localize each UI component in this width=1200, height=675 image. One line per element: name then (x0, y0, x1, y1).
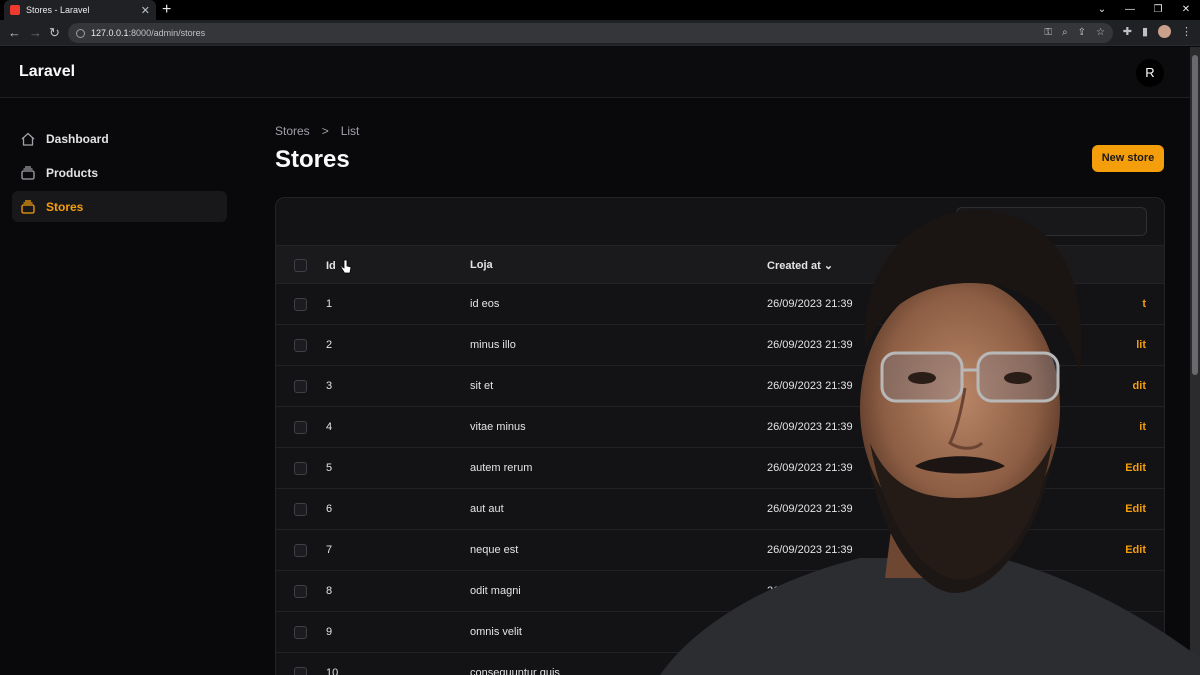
side-panel-icon[interactable]: ▮ (1142, 25, 1148, 38)
tab-search-icon[interactable]: ⌄ (1088, 0, 1116, 20)
new-tab-button[interactable]: + (162, 1, 171, 19)
brand-logo[interactable]: Laravel (19, 63, 75, 81)
cell-loja: id eos (470, 298, 500, 310)
cell-id: 10 (326, 667, 339, 675)
window-controls: ⌄ — ❐ ✕ (1088, 0, 1200, 20)
stack-icon (21, 165, 35, 180)
stack-icon (21, 199, 35, 214)
cell-id: 9 (326, 626, 333, 638)
page-title: Stores (275, 146, 350, 173)
sidebar-item-label: Products (46, 165, 99, 180)
webcam-presenter-overlay (660, 209, 1200, 675)
breadcrumb-parent[interactable]: Stores (275, 124, 310, 138)
row-checkbox[interactable] (294, 339, 307, 352)
sidebar-item-label: Stores (46, 199, 84, 214)
row-checkbox[interactable] (294, 462, 307, 475)
cell-loja: consequuntur quis (470, 667, 560, 675)
reload-icon[interactable]: ↻ (49, 24, 60, 42)
row-checkbox[interactable] (294, 585, 307, 598)
row-checkbox[interactable] (294, 421, 307, 434)
sidebar-item-label: Dashboard (46, 131, 109, 146)
close-window-button[interactable]: ✕ (1172, 0, 1200, 20)
cell-id: 3 (326, 380, 333, 392)
tab-title: Stores - Laravel (26, 5, 90, 15)
cell-id: 2 (326, 339, 333, 351)
url-host: 127.0.0.1 (91, 28, 129, 38)
sidebar-item-stores[interactable]: Stores (12, 191, 227, 222)
cell-loja: omnis velit (470, 626, 522, 638)
browser-tab[interactable]: Stores - Laravel ✕ (4, 0, 156, 20)
row-checkbox[interactable] (294, 503, 307, 516)
cell-loja: autem rerum (470, 462, 533, 474)
forward-icon[interactable]: → (29, 24, 42, 42)
menu-icon[interactable]: ⋮ (1181, 25, 1192, 38)
back-icon[interactable]: ← (8, 24, 21, 42)
new-store-button[interactable]: New store (1092, 145, 1164, 172)
browser-tab-bar: Stores - Laravel ✕ + ⌄ — ❐ ✕ (0, 0, 1200, 20)
zoom-icon[interactable]: ⌕ (1062, 27, 1068, 38)
sidebar-item-dashboard[interactable]: Dashboard (12, 123, 227, 154)
tab-close-icon[interactable]: ✕ (141, 4, 150, 17)
extensions-icon[interactable]: ✚ (1123, 25, 1132, 38)
url-path: :8000/admin/stores (128, 28, 206, 38)
cell-id: 1 (326, 298, 333, 310)
row-checkbox[interactable] (294, 626, 307, 639)
app-topbar: Laravel R (0, 47, 1190, 98)
row-checkbox[interactable] (294, 380, 307, 393)
row-checkbox[interactable] (294, 544, 307, 557)
sidebar-item-products[interactable]: Products (12, 157, 227, 188)
cursor-hand-icon (340, 259, 352, 274)
address-bar: ← → ↻ 127.0.0.1 :8000/admin/stores ⚿ ⌕ ⇪… (0, 20, 1200, 46)
cell-loja: minus illo (470, 339, 516, 351)
key-icon[interactable]: ⚿ (1044, 27, 1052, 38)
user-avatar[interactable]: R (1136, 59, 1164, 87)
cell-loja: odit magni (470, 585, 521, 597)
breadcrumb: Stores > List (275, 124, 359, 138)
star-icon[interactable]: ☆ (1096, 27, 1105, 38)
cell-loja: aut aut (470, 503, 504, 515)
cell-id: 6 (326, 503, 333, 515)
breadcrumb-separator-icon: > (321, 124, 329, 138)
profile-avatar-icon[interactable] (1158, 25, 1171, 38)
cell-loja: vitae minus (470, 421, 526, 433)
cell-loja: neque est (470, 544, 519, 556)
cell-id: 4 (326, 421, 333, 433)
site-info-icon[interactable] (76, 28, 85, 38)
sidebar: Dashboard Products Stores (0, 98, 240, 675)
breadcrumb-current: List (340, 124, 360, 138)
cell-id: 8 (326, 585, 333, 597)
cell-id: 7 (326, 544, 333, 556)
column-loja[interactable]: Loja (470, 259, 493, 271)
maximize-button[interactable]: ❐ (1144, 0, 1172, 20)
url-field[interactable]: 127.0.0.1 :8000/admin/stores ⚿ ⌕ ⇪ ☆ (68, 23, 1113, 43)
cell-loja: sit et (470, 380, 494, 392)
cell-id: 5 (326, 462, 333, 474)
share-icon[interactable]: ⇪ (1078, 27, 1086, 38)
home-icon (21, 132, 35, 146)
minimize-button[interactable]: — (1116, 0, 1144, 20)
row-checkbox[interactable] (294, 298, 307, 311)
laravel-favicon-icon (10, 5, 20, 15)
select-all-checkbox[interactable] (294, 259, 307, 272)
row-checkbox[interactable] (294, 667, 307, 675)
